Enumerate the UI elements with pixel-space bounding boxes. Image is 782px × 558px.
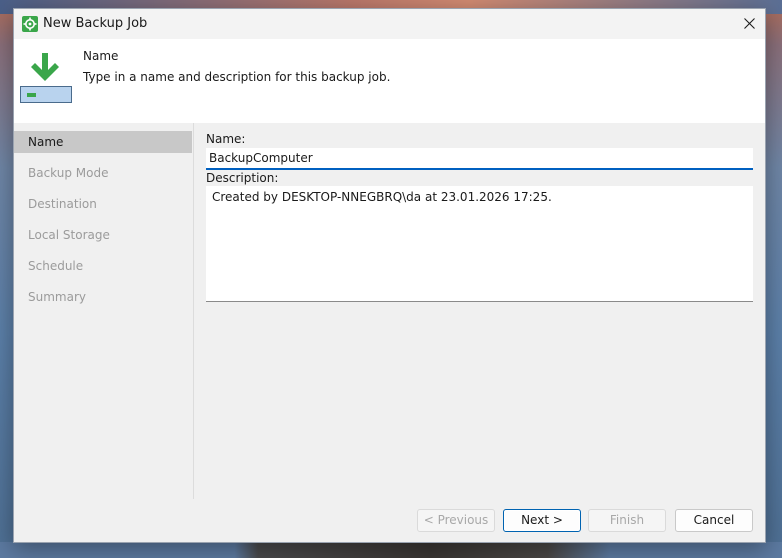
nav-step-local-storage[interactable]: Local Storage: [14, 224, 192, 246]
nav-step-backup-mode[interactable]: Backup Mode: [14, 162, 192, 184]
wizard-steps-nav: Name Backup Mode Destination Local Stora…: [14, 123, 194, 499]
step-description: Type in a name and description for this …: [83, 70, 391, 84]
step-title: Name: [83, 49, 119, 63]
desktop-background-bottom: [0, 542, 782, 558]
new-backup-job-dialog: New Backup Job Name Type in a name and d…: [13, 8, 766, 543]
nav-step-name[interactable]: Name: [14, 131, 192, 153]
title-bar[interactable]: New Backup Job: [14, 9, 765, 39]
job-name-input[interactable]: [206, 148, 753, 170]
cancel-button[interactable]: Cancel: [675, 509, 753, 532]
close-icon: [743, 18, 755, 29]
nav-step-schedule[interactable]: Schedule: [14, 255, 192, 277]
step-content: Name: Description: Created by DESKTOP-NN…: [194, 123, 765, 499]
next-button[interactable]: Next >: [503, 509, 581, 532]
backup-download-icon: [19, 51, 73, 105]
close-button[interactable]: [736, 12, 762, 36]
previous-button[interactable]: < Previous: [417, 509, 495, 532]
app-icon: [22, 16, 38, 32]
window-title: New Backup Job: [43, 16, 148, 31]
name-label: Name:: [206, 132, 246, 146]
finish-button[interactable]: Finish: [588, 509, 666, 532]
wizard-footer: < Previous Next > Finish Cancel: [14, 499, 765, 542]
description-label: Description:: [206, 171, 279, 185]
wizard-header: Name Type in a name and description for …: [14, 39, 765, 124]
nav-step-summary[interactable]: Summary: [14, 286, 192, 308]
nav-step-destination[interactable]: Destination: [14, 193, 192, 215]
job-description-textarea[interactable]: Created by DESKTOP-NNEGBRQ\da at 23.01.2…: [206, 186, 753, 302]
